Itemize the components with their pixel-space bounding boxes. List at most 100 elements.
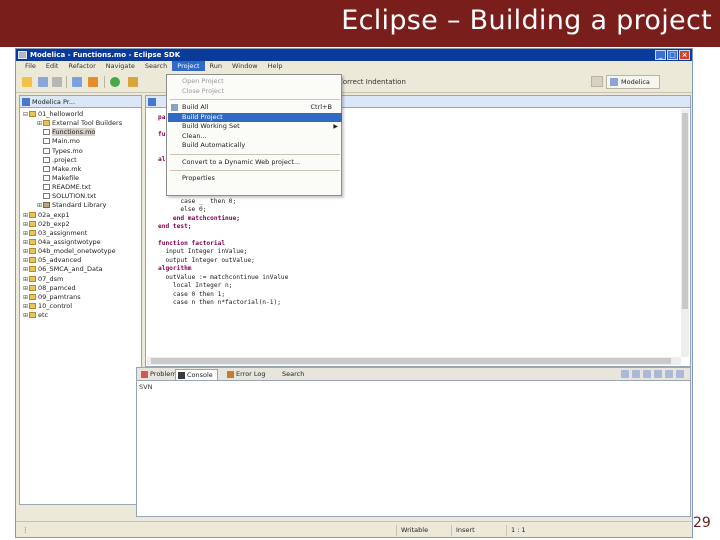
scroll-lock-icon[interactable] (632, 370, 640, 378)
menu-item-build-automatically[interactable]: Build Automatically (168, 141, 342, 150)
tree-item[interactable]: ⊞ 03_assignment (20, 229, 141, 238)
tree-item[interactable]: ⊞ etc (20, 311, 141, 320)
tree-item[interactable]: ⊞ 04a_assigntwotype (20, 238, 141, 247)
menu-item-build-all[interactable]: Build All Ctrl+B (168, 103, 342, 112)
lib-icon (43, 202, 50, 209)
window-title: Modelica - Functions.mo - Eclipse SDK (30, 51, 181, 59)
menu-help[interactable]: Help (263, 61, 288, 71)
external-tools-icon[interactable] (88, 77, 98, 87)
console-output[interactable]: SVN (139, 383, 152, 391)
menu-item-open-project[interactable]: Open Project (168, 77, 342, 86)
menu-item-properties[interactable]: Properties (168, 174, 342, 183)
editor-horizontal-scrollbar[interactable] (147, 357, 681, 365)
code-token: function factorial (158, 240, 226, 248)
explorer-view-tab[interactable]: Modelica Pr... (20, 96, 141, 108)
tree-item[interactable]: SOLUTION.txt (20, 192, 141, 201)
tree-item[interactable]: ⊞ Standard Library (20, 201, 141, 210)
menu-refactor[interactable]: Refactor (63, 61, 100, 71)
tab-error-log[interactable]: Error Log (225, 369, 270, 380)
file-icon (43, 138, 50, 145)
tree-item[interactable]: ⊞ 06_SMCA_and_Data (20, 265, 141, 274)
maximize-view-icon[interactable] (676, 370, 684, 378)
menu-search[interactable]: Search (140, 61, 172, 71)
open-perspective-icon[interactable] (591, 76, 603, 87)
save-icon[interactable] (38, 77, 48, 87)
tree-item[interactable]: README.txt (20, 183, 141, 192)
close-button[interactable]: × (679, 50, 690, 60)
tree-item[interactable]: ⊞ 07_dsm (20, 275, 141, 284)
status-cursor-position: 1 : 1 (506, 525, 546, 536)
tree-item[interactable]: ⊞ 02a_exp1 (20, 211, 141, 220)
display-console-icon[interactable] (654, 370, 662, 378)
tree-item-label: Main.mo (52, 137, 80, 146)
minimize-view-icon[interactable] (665, 370, 673, 378)
correct-indentation-button[interactable]: Correct Indentation (338, 78, 406, 86)
folder-icon (29, 284, 36, 291)
minimize-button[interactable]: _ (655, 50, 666, 60)
tree-item-label: 01_helloworld (38, 110, 84, 118)
code-token: algorithm (158, 265, 192, 273)
menu-item-accelerator: Ctrl+B (310, 103, 332, 111)
tab-search[interactable]: Search (271, 369, 308, 380)
maximize-button[interactable]: □ (667, 50, 678, 60)
tree-item[interactable]: Types.mo (20, 147, 141, 156)
menu-item-clean[interactable]: Clean... (168, 132, 342, 141)
tree-item-label: Functions.mo (52, 128, 96, 137)
print-icon[interactable] (52, 77, 62, 87)
menu-edit[interactable]: Edit (41, 61, 64, 71)
scrollbar-thumb[interactable] (682, 113, 688, 309)
tree-item[interactable]: ⊞ 09_pamtrans (20, 293, 141, 302)
tree-item[interactable]: ⊞ 04b_model_onetwotype (20, 247, 141, 256)
problems-icon (141, 371, 148, 378)
file-icon (43, 184, 50, 191)
build-icon[interactable] (72, 77, 82, 87)
scrollbar-thumb[interactable] (151, 358, 671, 364)
editor-vertical-scrollbar[interactable] (681, 109, 689, 357)
code-line: end test; (158, 223, 288, 231)
menu-project[interactable]: Project (172, 61, 205, 71)
tree-item[interactable]: ⊞ External Tool Builders (20, 119, 141, 128)
tree-item-label: 09_pamtrans (38, 292, 81, 301)
menu-item-close-project[interactable]: Close Project (168, 87, 342, 96)
code-line: end matchcontinue; (158, 215, 288, 223)
tree-item[interactable]: .project (20, 156, 141, 165)
slide-title: Eclipse – Building a project (341, 5, 712, 36)
tab-label: Search (282, 370, 305, 378)
menu-window[interactable]: Window (227, 61, 263, 71)
menu-item-label: Open Project (182, 77, 224, 85)
code-token: case n then n*factorial(n-1); (158, 298, 281, 306)
tree-item[interactable]: ⊟ 01_helloworld (20, 110, 141, 119)
tree-item-label: 02b_exp2 (38, 219, 70, 228)
tree-item-label: External Tool Builders (52, 119, 123, 128)
tab-console[interactable]: Console (175, 369, 218, 380)
tab-label: Console (187, 371, 213, 379)
tree-item[interactable]: Main.mo (20, 137, 141, 146)
tree-item[interactable]: Functions.mo (20, 128, 141, 137)
tree-item[interactable]: ⊞ 02b_exp2 (20, 220, 141, 229)
menu-file[interactable]: File (20, 61, 41, 71)
tree-item-label: 07_dsm (38, 274, 64, 283)
tree-item[interactable]: ⊞ 05_advanced (20, 256, 141, 265)
tree-item-label: 04a_assigntwotype (38, 237, 101, 246)
new-icon[interactable] (22, 77, 32, 87)
menu-item-convert-to-a-dynamic-web-project[interactable]: Convert to a Dynamic Web project... (168, 158, 342, 167)
pin-console-icon[interactable] (643, 370, 651, 378)
tree-item[interactable]: ⊞ 10_control (20, 302, 141, 311)
menu-run[interactable]: Run (205, 61, 227, 71)
code-line: case 0 then 1; (158, 291, 288, 299)
window-titlebar: Modelica - Functions.mo - Eclipse SDK _ … (16, 49, 692, 61)
run-icon[interactable] (110, 77, 120, 87)
clear-console-icon[interactable] (621, 370, 629, 378)
folder-icon (43, 120, 50, 127)
menu-item-build-project[interactable]: Build Project (168, 112, 342, 122)
tree-item[interactable]: Makefile (20, 174, 141, 183)
menu-item-label: Build All (182, 103, 209, 111)
toolbar-separator (66, 76, 67, 88)
tree-item[interactable]: ⊞ 08_pamced (20, 284, 141, 293)
menu-item-build-working-set[interactable]: Build Working Set ▶ (168, 122, 342, 131)
perspective-switcher[interactable]: Modelica (606, 75, 660, 89)
open-type-icon[interactable] (128, 77, 138, 87)
tree-item[interactable]: Make.mk (20, 165, 141, 174)
explorer-view-icon (22, 98, 30, 106)
menu-navigate[interactable]: Navigate (101, 61, 140, 71)
